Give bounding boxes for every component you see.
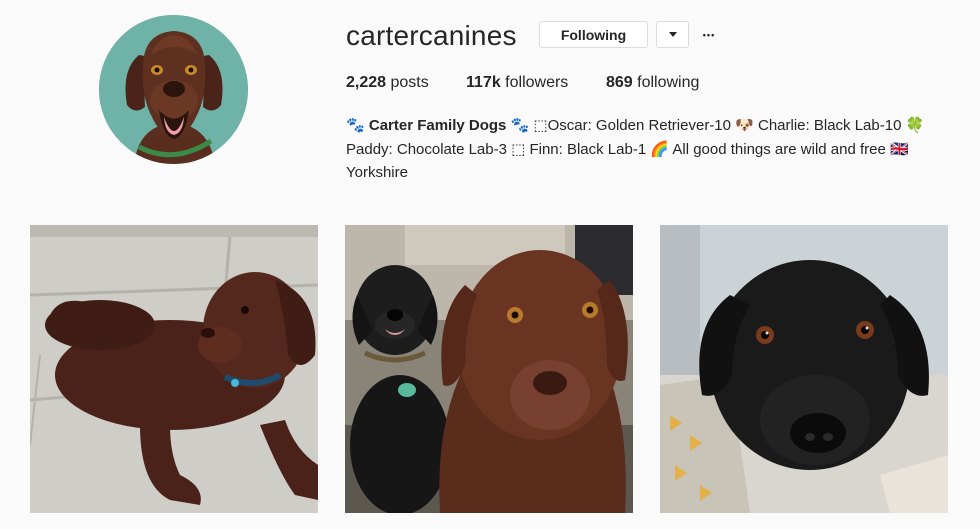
chevron-down-icon — [668, 32, 677, 37]
posts-label: posts — [386, 74, 429, 91]
chocolate-lab-illustration-icon — [99, 15, 248, 164]
more-options-button[interactable]: ••• — [698, 25, 720, 45]
profile-bio: 🐾 Carter Family Dogs 🐾 ⬚Oscar: Golden Re… — [346, 114, 936, 185]
post-tile-2[interactable] — [345, 225, 633, 513]
followers-count: 117k — [466, 74, 501, 91]
posts-stat: 2,228 posts — [346, 74, 429, 92]
following-button[interactable]: Following — [539, 21, 648, 48]
followers-label: followers — [500, 74, 569, 91]
following-count: 869 — [606, 74, 633, 91]
two-labs-photo-icon — [345, 225, 633, 513]
posts-count: 2,228 — [346, 74, 387, 91]
bio-line-2: Paddy: Chocolate Lab-3 ⬚ Finn: Black Lab… — [346, 140, 909, 158]
bio-line-1: 🐾 Carter Family Dogs 🐾 ⬚Oscar: Golden Re… — [346, 114, 936, 138]
following-stat[interactable]: 869 following — [606, 74, 699, 92]
suggestions-dropdown-button[interactable] — [656, 21, 689, 48]
black-lab-photo-icon — [660, 225, 948, 513]
ellipsis-icon: ••• — [702, 30, 716, 40]
followers-stat[interactable]: 117k followers — [466, 74, 568, 92]
bio-line-3: Yorkshire — [346, 164, 408, 181]
post-tile-1[interactable] — [30, 225, 318, 513]
following-label: following — [632, 74, 700, 91]
bio-paw-prefix: 🐾 — [346, 117, 369, 134]
post-tile-3[interactable] — [660, 225, 948, 513]
profile-username: cartercanines — [346, 20, 517, 51]
profile-full-name: Carter Family Dogs — [368, 117, 507, 134]
profile-page: cartercanines Following ••• 2,228 posts … — [0, 0, 980, 529]
profile-avatar[interactable] — [99, 15, 248, 164]
chocolate-lab-photo-icon — [30, 225, 318, 513]
bio-line-1-rest: 🐾 ⬚Oscar: Golden Retriever-10 🐶 Charlie:… — [506, 117, 925, 134]
